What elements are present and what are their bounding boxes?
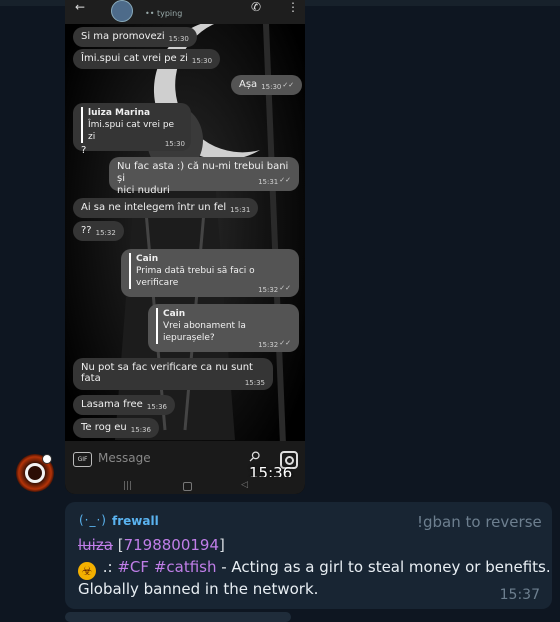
message-time: 15:36	[130, 426, 151, 434]
phone-message: ?? 15:32	[73, 221, 124, 241]
phone-message: Ai sa ne intelegem într un fel 15:31	[73, 198, 259, 218]
read-ticks-icon: ✓✓	[279, 284, 291, 292]
message-text: ??	[81, 225, 92, 236]
back-arrow-icon: ←	[75, 0, 86, 14]
message-time: 15:31	[258, 178, 279, 186]
message-time: 15:35	[244, 379, 265, 387]
gif-icon: GIF	[73, 452, 92, 467]
phone-message: Te rog eu 15:36	[73, 418, 159, 438]
message-text: Așa	[239, 79, 258, 90]
phone-icon: ✆	[251, 0, 262, 14]
phone-message: Nu pot sa fac verificare ca nu sunt fata…	[73, 358, 273, 390]
home-icon	[183, 482, 192, 491]
typing-status: •• typing	[145, 9, 183, 18]
phone-message: Si ma promovezi 15:30	[73, 27, 197, 47]
read-ticks-icon: ✓✓	[279, 176, 291, 184]
back-icon: ◁	[241, 480, 248, 490]
bot-name[interactable]: frewall	[112, 514, 159, 528]
more-icon: ⋮	[287, 0, 299, 14]
separator: .:	[98, 558, 118, 576]
phone-nav-bar: ||| ◁	[65, 477, 305, 494]
hashtag-cf[interactable]: #CF	[117, 558, 149, 576]
phone-message-reply: luiza Marina Îmi.spui cat vrei pe zi ? 15…	[73, 103, 191, 156]
message-time: 15:30	[261, 83, 282, 91]
quote-author: Cain	[163, 309, 186, 319]
bracket: ]	[219, 536, 225, 554]
message-time: 15:32	[258, 341, 279, 349]
message-time: 15:30	[164, 140, 185, 148]
avatar	[111, 0, 133, 22]
phone-message: Îmi.spui cat vrei pe zi 15:30	[73, 49, 221, 69]
message-text: Nu pot sa fac verificare ca nu sunt fata	[81, 362, 253, 384]
message-time: 15:32	[258, 286, 279, 294]
biohazard-icon: ☣	[78, 562, 96, 580]
message-time: 15:31	[230, 206, 251, 214]
user-name-link[interactable]: luiza	[78, 536, 113, 554]
phone-chat-header: ← •• typing ✆ ⋮	[65, 0, 305, 24]
bot-icon: (·_·)	[79, 513, 107, 527]
message-text: Lasama free	[81, 399, 143, 410]
message-time: 15:37	[499, 587, 540, 603]
phone-message-outgoing: Așa 15:30✓✓	[231, 75, 303, 95]
gban-hint: !gban to reverse	[417, 513, 542, 531]
ban-reason-line: ☣ .: #CF #catfish - Acting as a girl to …	[78, 558, 551, 580]
next-message-bubble	[65, 612, 291, 622]
ban-scope: Globally banned in the network.	[78, 580, 319, 598]
message-text: Ai sa ne intelegem într un fel	[81, 202, 227, 213]
message-time: 15:32	[95, 229, 116, 237]
message-text: ?	[81, 145, 87, 156]
message-placeholder: Message	[98, 451, 151, 465]
read-ticks-icon: ✓✓	[279, 339, 291, 347]
bot-message[interactable]: (·_·) frewall !gban to reverse luiza [71…	[65, 502, 552, 609]
ban-reason: - Acting as a girl to steal money or ben…	[216, 558, 551, 576]
message-text: Îmi.spui cat vrei pe zi	[81, 53, 188, 64]
screenshot-image[interactable]: ← •• typing ✆ ⋮ Si ma promovezi 15:30 Îmi…	[65, 0, 305, 494]
read-ticks-icon: ✓✓	[282, 81, 295, 89]
phone-message-outgoing: Cain Vrei abonament la iepurașele? 15:32…	[148, 304, 299, 352]
quote-author: luiza Marina	[88, 108, 151, 118]
message-text: Si ma promovezi	[81, 31, 165, 42]
phone-message-outgoing: Nu fac asta :) că nu-mi trebui bani și n…	[109, 157, 299, 196]
quote-author: Cain	[136, 254, 159, 264]
message-time: 15:30	[191, 57, 213, 65]
ban-user-line: luiza [7198800194]	[78, 536, 225, 554]
reply-quote: luiza Marina Îmi.spui cat vrei pe zi	[81, 107, 183, 143]
recent-apps-icon: |||	[123, 481, 133, 491]
message-time: 15:36	[146, 403, 167, 411]
phone-message-outgoing: Cain Prima dată trebui să faci o verific…	[121, 249, 299, 297]
user-id-link[interactable]: 7198800194	[124, 536, 219, 554]
message-time: 15:30	[168, 35, 189, 43]
bot-badge-icon	[42, 454, 52, 464]
hashtag-catfish[interactable]: #catfish	[154, 558, 217, 576]
message-text: Te rog eu	[81, 422, 127, 433]
phone-message: Lasama free 15:36	[73, 395, 175, 415]
bot-logo-icon	[25, 463, 45, 483]
